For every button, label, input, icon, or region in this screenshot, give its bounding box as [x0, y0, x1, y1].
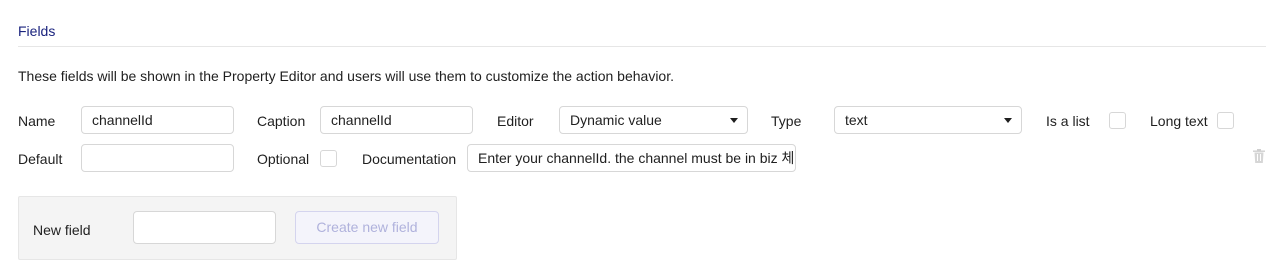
default-label: Default: [18, 151, 63, 167]
chevron-down-icon: [730, 118, 738, 123]
editor-select-value: Dynamic value: [570, 112, 662, 128]
editor-select[interactable]: Dynamic value: [559, 106, 748, 134]
editor-label: Editor: [497, 113, 534, 129]
type-select[interactable]: text: [834, 106, 1022, 134]
section-description: These fields will be shown in the Proper…: [18, 68, 674, 84]
is-list-label: Is a list: [1046, 113, 1090, 129]
optional-label: Optional: [257, 151, 310, 167]
new-field-input[interactable]: [133, 211, 276, 244]
default-input[interactable]: [81, 144, 234, 172]
type-label: Type: [771, 113, 802, 129]
chevron-down-icon: [1004, 118, 1012, 123]
optional-checkbox[interactable]: [320, 150, 337, 167]
section-title: Fields: [18, 23, 56, 39]
section-divider: [18, 46, 1266, 47]
documentation-label: Documentation: [362, 151, 457, 167]
new-field-label: New field: [33, 222, 91, 238]
type-select-value: text: [845, 112, 868, 128]
is-list-checkbox[interactable]: [1109, 112, 1126, 129]
caption-label: Caption: [257, 113, 306, 129]
name-label: Name: [18, 113, 56, 129]
caption-input[interactable]: channelId: [320, 106, 473, 134]
create-new-field-button[interactable]: Create new field: [295, 211, 439, 244]
name-input[interactable]: channelId: [81, 106, 234, 134]
documentation-input[interactable]: Enter your channelId. the channel must b…: [467, 144, 796, 172]
long-text-label: Long text: [1150, 113, 1208, 129]
long-text-checkbox[interactable]: [1217, 112, 1234, 129]
trash-icon[interactable]: [1253, 149, 1265, 163]
